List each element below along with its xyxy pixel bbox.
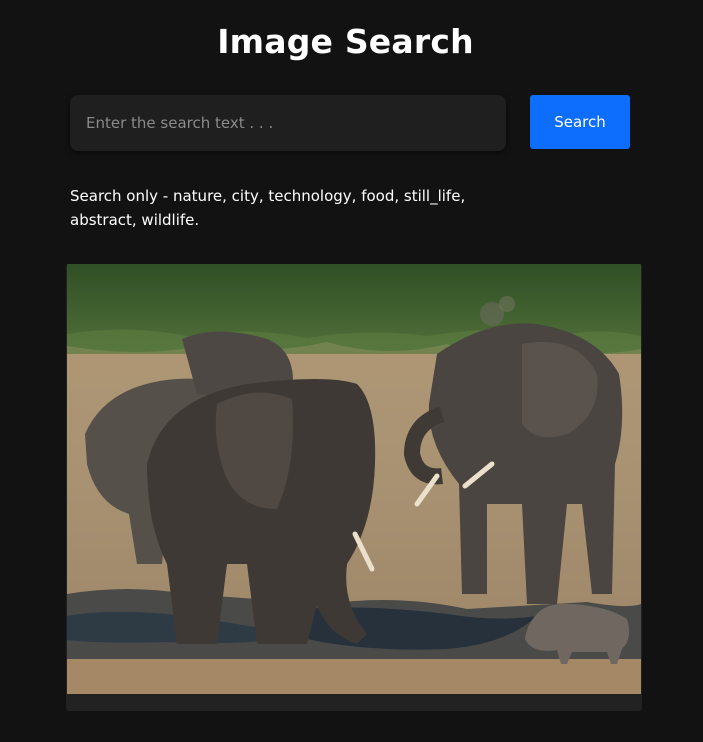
result-card xyxy=(66,264,642,711)
search-hint: Search only - nature, city, technology, … xyxy=(70,187,466,229)
image-search-page: Image Search Search Search only - nature… xyxy=(0,0,703,742)
search-input[interactable] xyxy=(70,95,506,151)
result-image[interactable] xyxy=(67,264,641,694)
search-button[interactable]: Search xyxy=(530,95,630,149)
page-title: Image Search xyxy=(217,22,474,61)
